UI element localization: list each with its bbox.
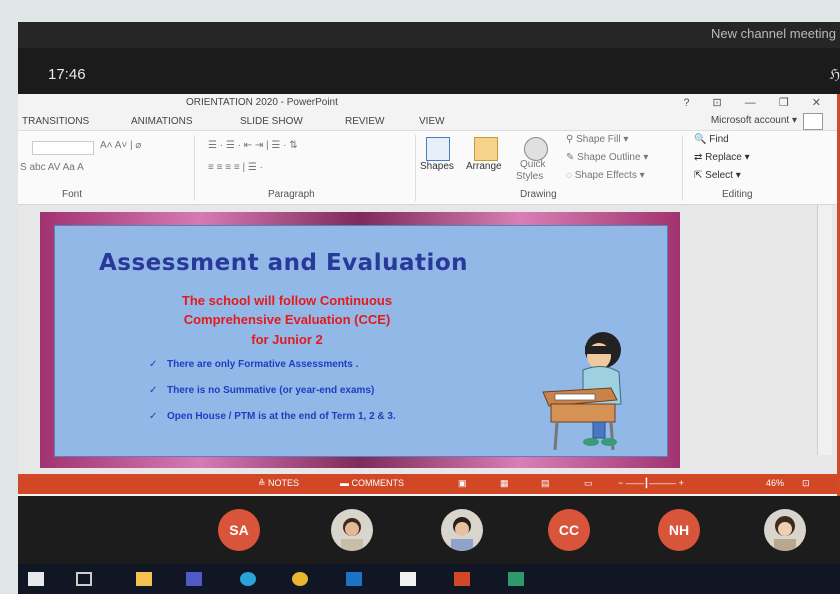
meeting-bar: 17:46 ℌ (18, 48, 840, 94)
start-icon[interactable] (28, 572, 44, 586)
participants-strip: SA CC NH (18, 496, 840, 564)
editing-group-label: Editing (722, 189, 753, 200)
paragraph-group-label: Paragraph (268, 189, 315, 200)
quick-styles-label-2[interactable]: Styles (516, 171, 543, 182)
outlook-icon[interactable] (346, 572, 362, 586)
check-icon: ✓ (149, 385, 158, 396)
account-avatar-icon[interactable] (803, 113, 823, 130)
status-bar: ≙ NOTES ▬ COMMENTS ▣ ▦ ▤ ▭ − ——┃——— + 46… (18, 474, 837, 494)
slide-sorter-icon[interactable]: ▦ (500, 478, 509, 489)
notepad-icon[interactable] (400, 572, 416, 586)
slideshow-icon[interactable]: ▭ (584, 478, 593, 489)
participant-avatar[interactable]: SA (218, 509, 260, 551)
shapes-icon[interactable] (426, 137, 450, 161)
app-icon[interactable] (508, 572, 524, 586)
shape-outline-label: Shape Outline (577, 152, 641, 163)
shape-effects-button[interactable]: ◌ Shape Effects ▾ (566, 170, 645, 181)
ribbon: A˄ A˅ | ⌀ S abc AV Aa A Font ☰ · ☰ · ⇤ ⇥… (18, 131, 837, 205)
slide-subtitle-line-3: for Junior 2 (251, 332, 323, 347)
check-icon: ✓ (149, 359, 158, 370)
shape-fill-button[interactable]: ⚲ Shape Fill ▾ (566, 134, 628, 145)
slide-subtitle-line-2: Comprehensive Evaluation (CCE) (183, 312, 391, 327)
comments-label: COMMENTS (351, 478, 405, 488)
quick-styles-icon[interactable] (524, 137, 548, 161)
quick-styles-label-1[interactable]: Quick (520, 159, 546, 170)
vertical-scrollbar[interactable] (817, 205, 832, 455)
font-size-box[interactable] (32, 141, 94, 155)
tab-slide-show[interactable]: SLIDE SHOW (240, 116, 303, 127)
slide-content: Assessment and Evaluation The school wil… (54, 225, 668, 457)
slide-bullet: There is no Summative (or year-end exams… (167, 385, 375, 396)
select-label: Select (705, 170, 733, 181)
tab-view[interactable]: VIEW (419, 116, 445, 127)
shapes-button[interactable]: Shapes (420, 161, 454, 172)
girl-studying-clipart (542, 332, 622, 451)
ribbon-tabs: TRANSITIONS ANIMATIONS SLIDE SHOW REVIEW… (18, 112, 837, 131)
notes-button[interactable]: ≙ NOTES (258, 478, 299, 489)
font-grow-icon[interactable]: A˄ A˅ | ⌀ (100, 140, 141, 151)
people-icon[interactable]: ℌ (829, 66, 840, 83)
shape-effects-label: Shape Effects (574, 170, 637, 181)
slide-workarea: Assessment and Evaluation The school wil… (18, 205, 837, 474)
chrome-icon[interactable] (292, 572, 308, 586)
participant-photo[interactable] (331, 509, 373, 551)
replace-label: Replace (705, 152, 742, 163)
meeting-clock: 17:46 (48, 66, 86, 83)
font-row2[interactable]: S abc AV Aa A (20, 162, 84, 173)
zoom-level[interactable]: 46% (766, 478, 784, 488)
normal-view-icon[interactable]: ▣ (458, 478, 467, 489)
taskbar (18, 564, 840, 594)
select-button[interactable]: ⇱ Select ▾ (694, 170, 741, 181)
find-label: Find (709, 134, 729, 145)
comments-button[interactable]: ▬ COMMENTS (340, 478, 404, 488)
tab-animations[interactable]: ANIMATIONS (131, 116, 192, 127)
separator (682, 135, 683, 201)
shape-fill-label: Shape Fill (576, 134, 621, 145)
teams-icon[interactable] (186, 572, 202, 586)
meeting-title: New channel meeting (710, 26, 836, 41)
slide-subtitle-line-1: The school will follow Continuous (181, 293, 393, 308)
fit-slide-icon[interactable]: ⊡ (802, 478, 810, 489)
shape-outline-button[interactable]: ✎ Shape Outline ▾ (566, 152, 648, 163)
align-icon[interactable]: ≡ ≡ ≡ ≡ | ☰ · (208, 162, 263, 173)
file-explorer-icon[interactable] (136, 572, 152, 586)
meeting-header: New channel meeting (18, 22, 840, 48)
reading-view-icon[interactable]: ▤ (541, 478, 550, 489)
participant-avatar[interactable]: NH (658, 509, 700, 551)
check-icon: ✓ (149, 411, 158, 422)
arrange-button[interactable]: Arrange (466, 161, 502, 172)
replace-button[interactable]: ⇄ Replace ▾ (694, 152, 750, 163)
separator (415, 135, 416, 201)
edge-icon[interactable] (240, 572, 256, 586)
tab-review[interactable]: REVIEW (345, 116, 384, 127)
participant-photo[interactable] (441, 509, 483, 551)
notes-label: NOTES (268, 478, 300, 488)
zoom-slider[interactable]: − ——┃——— + (618, 478, 684, 489)
participant-avatar[interactable]: CC (548, 509, 590, 551)
account-button[interactable]: Microsoft account ▾ (711, 115, 797, 126)
title-bar: ORIENTATION 2020 - PowerPoint ? ⊡ — ❐ ✕ (18, 94, 837, 112)
document-title: ORIENTATION 2020 - PowerPoint (186, 97, 338, 108)
window-controls[interactable]: ? ⊡ — ❐ ✕ (683, 96, 831, 109)
slide-title: Assessment and Evaluation (99, 250, 469, 276)
list-icon[interactable]: ☰ · ☰ · ⇤ ⇥ | ☰ · ⇅ (208, 140, 298, 151)
slide-bullet: There are only Formative Assessments . (167, 359, 359, 370)
arrange-icon[interactable] (474, 137, 498, 161)
participant-photo[interactable] (764, 509, 806, 551)
powerpoint-icon[interactable] (454, 572, 470, 586)
powerpoint-window: ORIENTATION 2020 - PowerPoint ? ⊡ — ❐ ✕ … (18, 94, 840, 496)
drawing-group-label: Drawing (520, 189, 557, 200)
slide-frame[interactable]: Assessment and Evaluation The school wil… (40, 212, 680, 468)
tab-transitions[interactable]: TRANSITIONS (22, 116, 89, 127)
find-button[interactable]: 🔍 Find (694, 134, 729, 145)
font-group-label: Font (62, 189, 83, 200)
account-label: Microsoft account (710, 115, 790, 126)
separator (194, 135, 195, 201)
task-view-icon[interactable] (76, 572, 92, 586)
slide-bullet: Open House / PTM is at the end of Term 1… (167, 411, 396, 422)
